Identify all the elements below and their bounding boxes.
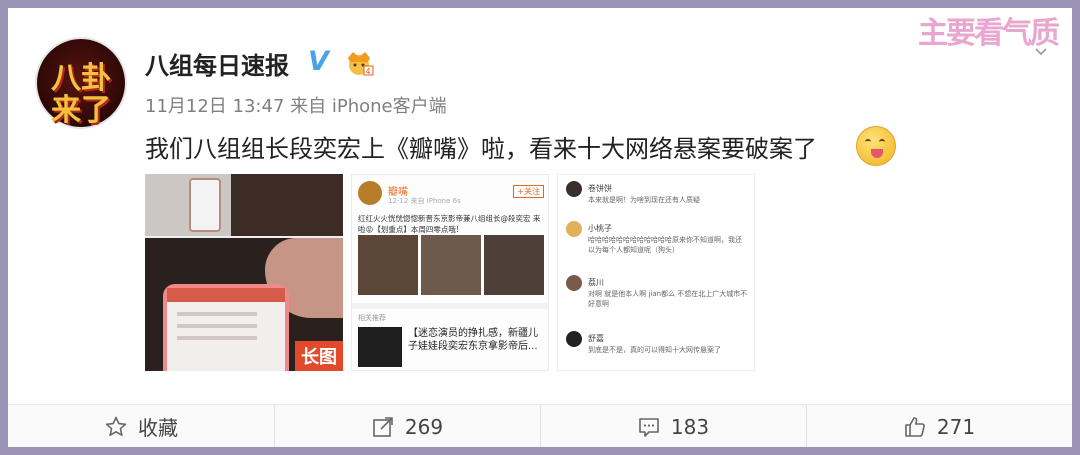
favorite-label: 收藏 bbox=[138, 416, 178, 440]
avatar bbox=[358, 181, 382, 205]
svg-text:4: 4 bbox=[366, 67, 371, 76]
avatar[interactable]: 八卦 来了 bbox=[35, 37, 127, 129]
like-button[interactable]: 271 bbox=[806, 405, 1072, 447]
thumbs-up-icon bbox=[905, 416, 925, 437]
embedded-photos bbox=[358, 235, 544, 295]
like-count: 271 bbox=[936, 414, 976, 439]
favorite-button[interactable]: 收藏 bbox=[8, 405, 274, 447]
article-title: 【迷恋演员的挣扎感，新疆儿子娃娃段奕宏东京拿影帝后... bbox=[408, 328, 538, 352]
post-image-3[interactable]: 卷饼饼 本来就是啊！为啥到现在还有人质疑 小桃子 哈哈哈哈哈哈哈哈哈哈哈哈原来你… bbox=[557, 174, 755, 371]
repost-icon bbox=[373, 416, 393, 437]
member-crown-icon[interactable]: 4 bbox=[344, 48, 374, 76]
post-timestamp-source[interactable]: 11月12日 13:47 来自 iPhone客户端 bbox=[145, 92, 447, 118]
related-label: 相关推荐 bbox=[358, 314, 386, 322]
comment-icon bbox=[639, 417, 659, 437]
comment-count: 183 bbox=[670, 414, 710, 439]
post-image-2[interactable]: 瓣嘴 12-12 来自 iPhone 6s +关注 红红火火恍恍惚惚新晋东京影帝… bbox=[351, 174, 549, 371]
chevron-down-icon[interactable] bbox=[1034, 44, 1048, 58]
repost-count: 269 bbox=[404, 414, 444, 439]
embedded-follow-button: +关注 bbox=[513, 185, 544, 198]
avatar-text-bottom: 来了 bbox=[51, 93, 111, 128]
article-thumbnail bbox=[358, 327, 402, 367]
post-content: 我们八组组长段奕宏上《瓣嘴》啦，看来十大网络悬案要破案了 bbox=[145, 135, 817, 163]
embedded-timestamp: 12-12 来自 iPhone 6s bbox=[388, 197, 461, 205]
embedded-post-text: 红红火火恍恍惚惚新晋东京影帝兼八组组长@段奕宏 来啦😝【划重点】本周四零点哦! bbox=[358, 214, 541, 234]
verified-icon: V bbox=[308, 46, 329, 77]
username[interactable]: 八组每日速报 bbox=[145, 46, 289, 81]
yummy-emoji-icon bbox=[856, 126, 896, 166]
star-icon bbox=[105, 416, 127, 436]
long-image-badge: 长图 bbox=[295, 341, 343, 371]
action-bar: 收藏 269 183 271 bbox=[8, 404, 1072, 447]
comment-button[interactable]: 183 bbox=[540, 405, 806, 447]
repost-button[interactable]: 269 bbox=[274, 405, 540, 447]
post-image-1[interactable]: 长图 bbox=[145, 174, 343, 371]
weibo-post-card: 主要看气质 八卦 来了 八组每日速报 V 4 11月12日 13:47 来自 i… bbox=[8, 8, 1072, 447]
